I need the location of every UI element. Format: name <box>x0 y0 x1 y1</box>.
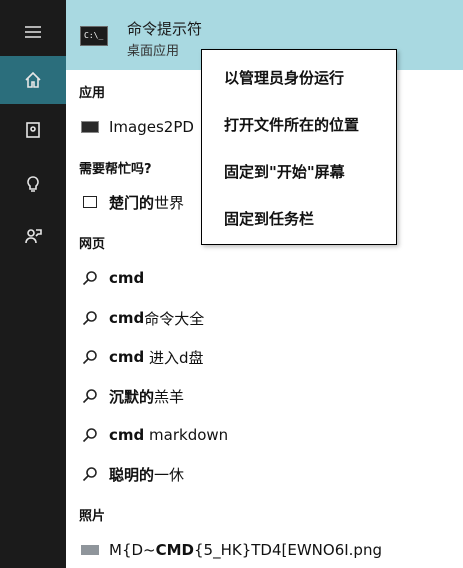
best-match-subtitle: 桌面应用 <box>127 44 180 59</box>
menu-item-run-as-admin[interactable]: 以管理员身份运行 <box>224 67 344 88</box>
web-item[interactable]: cmd 命令大全 <box>79 305 204 331</box>
search-icon <box>82 428 97 443</box>
search-icon <box>82 467 97 482</box>
section-web: 网页 <box>79 237 106 252</box>
book-icon <box>83 196 97 208</box>
tips-button[interactable] <box>0 160 66 208</box>
photo-item[interactable]: M{D~ CMD {5_HK}TD4[EWNO6I.png <box>79 537 382 563</box>
menu-item-pin-to-start[interactable]: 固定到"开始"屏幕 <box>224 161 345 182</box>
app-item-label: Images2PD <box>109 118 194 136</box>
best-match-title: 命令提示符 <box>127 20 203 38</box>
app-item-images2pdf[interactable]: Images2PD <box>79 114 194 140</box>
search-icon <box>82 311 97 326</box>
web-item[interactable]: 沉默的 羔羊 <box>79 383 184 409</box>
image-file-icon <box>81 545 99 555</box>
search-icon <box>82 389 97 404</box>
feedback-button[interactable] <box>0 212 66 260</box>
home-button[interactable] <box>0 56 66 104</box>
lightbulb-icon <box>27 176 39 192</box>
help-item-bold: 楚门的 <box>109 193 155 212</box>
context-menu: 以管理员身份运行 打开文件所在的位置 固定到"开始"屏幕 固定到任务栏 <box>201 49 397 245</box>
menu-item-pin-to-taskbar[interactable]: 固定到任务栏 <box>224 208 314 229</box>
hamburger-menu-icon <box>25 26 41 38</box>
search-icon <box>82 271 97 286</box>
feedback-person-icon <box>25 229 42 244</box>
section-help: 需要帮忙吗? <box>79 162 152 177</box>
help-item-rest: 世界 <box>154 193 185 212</box>
web-item[interactable]: cmd markdown <box>79 422 228 448</box>
web-item[interactable]: 聪明的 一休 <box>79 461 184 487</box>
document-icon <box>26 122 40 138</box>
search-icon <box>82 350 97 365</box>
app-thumbnail-icon <box>81 121 99 133</box>
web-item[interactable]: cmd 进入d盘 <box>79 344 204 370</box>
help-item[interactable]: 楚门的 世界 <box>79 189 184 215</box>
start-menu-rail <box>0 0 66 568</box>
section-photos: 照片 <box>79 509 106 524</box>
command-prompt-icon: C:\_ <box>80 26 108 46</box>
web-item[interactable]: cmd <box>79 265 144 291</box>
home-icon <box>25 71 41 88</box>
search-results-panel: C:\_ 命令提示符 桌面应用 应用 Images2PD 需要帮忙吗? 楚门的世… <box>66 0 463 568</box>
menu-item-open-file-location[interactable]: 打开文件所在的位置 <box>224 114 359 135</box>
documents-button[interactable] <box>0 106 66 154</box>
section-apps: 应用 <box>79 86 106 101</box>
hamburger-menu-button[interactable] <box>0 8 66 56</box>
